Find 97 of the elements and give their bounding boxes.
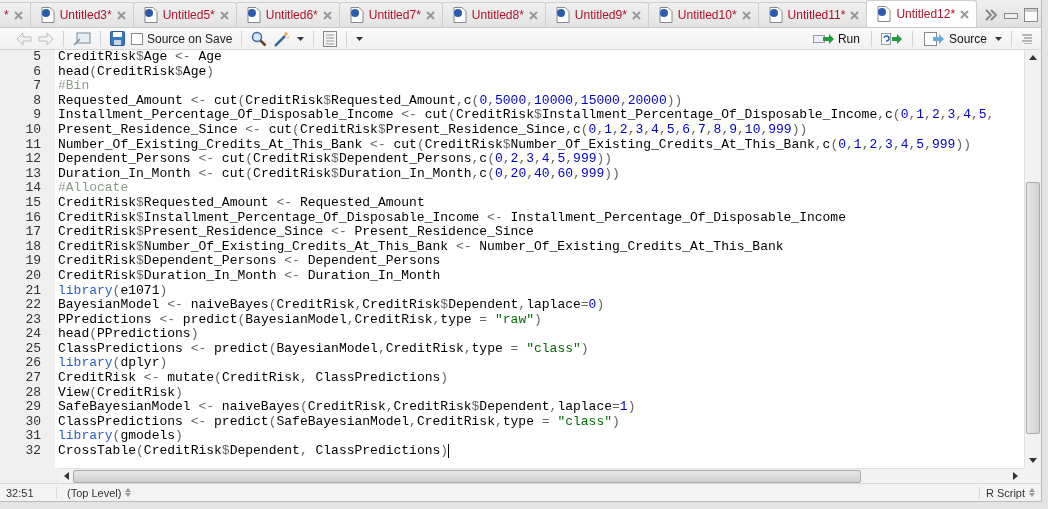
line-number: 32	[0, 444, 55, 459]
r-file-icon	[877, 6, 892, 22]
code-line: Requested_Amount <- cut(CreditRisk$Requested_Amount,c(0,5000,10000,15000,20000))	[57, 93, 683, 109]
line-number: 19	[0, 254, 55, 269]
back-arrow-icon[interactable]	[16, 31, 32, 46]
code-line: CreditRisk$Requested_Amount <- Requested_Amount	[57, 195, 425, 211]
code-line: CreditRisk$Duration_In_Month <- Duration_In_Month	[57, 268, 441, 284]
line-number: 14	[0, 181, 55, 196]
minimize-icon[interactable]	[1004, 11, 1019, 19]
line-number: 9	[0, 108, 55, 123]
r-file-icon	[768, 7, 783, 23]
up-down-arrows-icon[interactable]	[1029, 488, 1035, 497]
code-line: library(gmodels)	[57, 429, 183, 445]
line-number: 22	[0, 298, 55, 313]
maximize-icon[interactable]	[1024, 8, 1039, 22]
close-icon[interactable]	[631, 10, 641, 20]
close-icon[interactable]	[741, 10, 751, 20]
scrollbar-thumb[interactable]	[1026, 182, 1040, 434]
close-icon[interactable]	[219, 10, 229, 20]
close-icon[interactable]	[850, 10, 860, 20]
caret-icon[interactable]	[995, 36, 1002, 41]
scroll-right-icon[interactable]	[1013, 472, 1018, 480]
r-file-icon	[452, 7, 467, 23]
code-line: CreditRisk <- mutate(CreditRisk, ClassPredictions)	[57, 371, 449, 386]
scroll-down-icon[interactable]	[1029, 458, 1037, 463]
code-line: CreditRisk$Dependent_Persons <- Dependent_Persons	[57, 254, 441, 269]
file-type-selector[interactable]: R Script	[978, 486, 1025, 499]
code-line: CreditRisk$Age <- Age	[57, 50, 222, 65]
r-file-icon	[143, 7, 158, 23]
code-line: PPredictions <- predict(BayesianModel,CreditRisk,type = "raw")	[57, 312, 542, 328]
editor-tab[interactable]: Untitled9*	[544, 2, 649, 27]
code-line: head(CreditRisk$Age)	[57, 64, 215, 80]
close-icon[interactable]	[960, 9, 970, 19]
code-line: Number_Of_Existing_Credits_At_This_Bank <- cut(CreditRisk$Number_Of_Existing_Credits_At_This_Bank,c(0,1,2,3,4,5,999))	[57, 137, 971, 153]
forward-arrow-icon[interactable]	[38, 31, 54, 46]
editor-tab[interactable]: Untitled5*	[132, 2, 237, 27]
code-line: ClassPredictions <- predict(SafeBayesianModel,CreditRisk,type = "class")	[57, 414, 620, 430]
code-line: CrossTable(CreditRisk$Dependent, ClassPredictions)	[57, 444, 449, 459]
run-arrow-icon	[812, 32, 835, 45]
scrollbar-thumb[interactable]	[73, 469, 862, 483]
code-line: Present_Residence_Since <- cut(CreditRisk$Present_Residence_Since,c(0,1,2,3,4,5,6,7,8,9,10,999))	[57, 122, 808, 138]
up-down-arrows-icon[interactable]	[125, 488, 132, 497]
run-button[interactable]: Run	[810, 31, 862, 46]
r-file-icon	[246, 7, 261, 23]
code-line: CreditRisk$Installment_Percentage_Of_Disposable_Income <- Installment_Percentage_Of_Disposable_Income	[57, 210, 846, 226]
line-number: 26	[0, 356, 55, 372]
scroll-up-icon[interactable]	[1029, 55, 1037, 60]
outline-icon[interactable]	[1021, 33, 1033, 44]
line-number: 17	[0, 225, 55, 240]
line-number: 24	[0, 327, 55, 342]
source-button[interactable]: Source	[921, 31, 989, 46]
close-icon[interactable]	[322, 10, 332, 20]
line-number: 5	[0, 50, 55, 65]
close-icon[interactable]	[528, 10, 538, 20]
line-number: 27	[0, 371, 55, 386]
notebook-icon[interactable]	[323, 30, 338, 47]
code-line: SafeBayesianModel <- naiveBayes(CreditRisk,CreditRisk$Dependent,laplace=1)	[57, 400, 636, 415]
save-icon[interactable]	[110, 31, 125, 46]
vertical-scrollbar[interactable]	[1024, 50, 1041, 468]
window-icon[interactable]	[73, 31, 91, 46]
code-line: #Allocate	[57, 181, 129, 196]
line-number: 12	[0, 152, 55, 167]
line-number: 29	[0, 400, 55, 415]
magic-wand-icon[interactable]	[273, 30, 292, 47]
source-on-save-checkbox[interactable]: Source on Save	[131, 31, 233, 46]
editor-tab[interactable]: Untitled12*	[866, 0, 978, 27]
code-line: Dependent_Persons <- cut(CreditRisk$Dependent_Persons,c(0,2,3,4,5,999))	[57, 152, 613, 167]
cursor-position: 32:51	[0, 486, 57, 499]
more-tabs-icon[interactable]	[984, 9, 999, 21]
source-arrow-icon	[923, 31, 946, 46]
code-line: #Bin	[57, 79, 90, 94]
code-line: View(CreditRisk)	[57, 385, 183, 401]
r-file-icon	[658, 7, 673, 23]
editor-tab[interactable]: Untitled7*	[338, 2, 443, 27]
code-line: Duration_In_Month <- cut(CreditRisk$Duration_In_Month,c(0,20,40,60,999))	[57, 166, 620, 182]
r-file-icon	[349, 7, 364, 23]
code-line: library(e1071)	[57, 283, 168, 299]
code-line: library(dplyr)	[57, 356, 168, 372]
caret-icon[interactable]	[297, 36, 305, 41]
caret-icon[interactable]	[356, 36, 364, 41]
close-icon[interactable]	[116, 10, 126, 20]
code-line: BayesianModel <- naiveBayes(CreditRisk,CreditRisk$Dependent,laplace=0)	[57, 298, 605, 313]
scroll-left-icon[interactable]	[64, 472, 69, 480]
rerun-icon[interactable]	[880, 32, 903, 45]
code-line: CreditRisk$Present_Residence_Since <- Present_Residence_Since	[57, 225, 534, 240]
scope-selector[interactable]: (Top Level)	[57, 486, 122, 499]
search-icon[interactable]	[251, 30, 268, 47]
code-line: Installment_Percentage_Of_Disposable_Income <- cut(CreditRisk$Installment_Percentage_Of_Disposable_Income,c(0,1,2,3,4,5,	[57, 108, 995, 123]
line-number: 7	[0, 79, 55, 94]
code-line: CreditRisk$Number_Of_Existing_Credits_At_This_Bank <- Number_Of_Existing_Credits_At_This_Bank	[57, 239, 784, 255]
r-file-icon	[555, 7, 570, 23]
line-number: 31	[0, 429, 55, 445]
code-line: head(PPredictions)	[57, 327, 199, 342]
close-icon[interactable]	[425, 10, 435, 20]
r-file-icon	[40, 7, 55, 23]
code-line: ClassPredictions <- predict(BayesianModel,CreditRisk,type = "class")	[57, 341, 589, 357]
close-icon[interactable]	[13, 10, 23, 20]
